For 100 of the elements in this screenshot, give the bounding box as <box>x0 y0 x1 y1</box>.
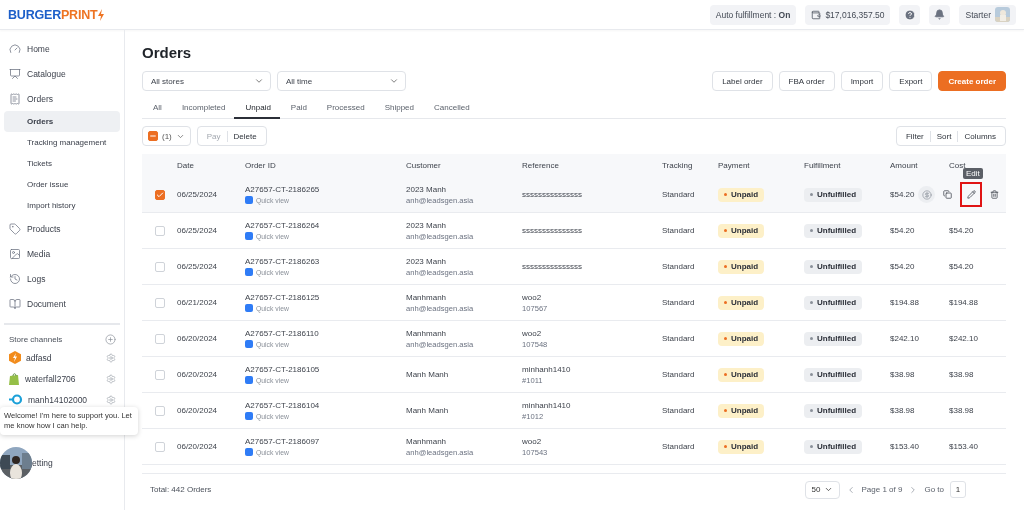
nav-item[interactable]: Document <box>4 291 120 316</box>
total-count: Total: 442 Orders <box>150 485 212 494</box>
filter-select[interactable]: All time <box>277 71 406 91</box>
payment-status: Unpaid <box>718 367 765 382</box>
bulk-select[interactable]: (1) <box>142 126 191 146</box>
nav-subitem[interactable]: Tracking management <box>4 132 120 153</box>
order-id[interactable]: A27657-CT-2186125 <box>245 293 320 302</box>
action-button[interactable]: Import <box>840 71 884 91</box>
row-checkbox[interactable] <box>154 405 165 416</box>
order-id[interactable]: A27657-CT-2186104 <box>245 401 320 410</box>
order-id[interactable]: A27657-CT-2186264 <box>245 221 320 230</box>
order-id[interactable]: A27657-CT-2186105 <box>245 365 320 374</box>
page-info: Page 1 of 9 <box>861 485 903 494</box>
settings-icon[interactable] <box>106 352 116 363</box>
order-id[interactable]: A27657-CT-2186263 <box>245 257 320 266</box>
goto-label: Go to <box>924 485 944 494</box>
view-button[interactable]: Columns <box>958 130 1002 142</box>
column-header[interactable]: Reference <box>522 161 662 170</box>
notification-button[interactable] <box>929 4 951 25</box>
column-header[interactable]: Fulfillment <box>804 161 890 170</box>
minus-icon <box>149 132 157 140</box>
row-checkbox[interactable] <box>154 441 165 452</box>
nav-item[interactable]: Home <box>4 36 120 61</box>
tab[interactable]: Shipped <box>373 98 423 119</box>
column-header[interactable]: Customer <box>406 161 522 170</box>
filter-select[interactable]: All stores <box>142 71 271 91</box>
column-header[interactable]: Tracking <box>662 161 718 170</box>
payment-status: Unpaid <box>718 259 765 274</box>
table-cell: Standard <box>662 190 695 199</box>
row-checkbox[interactable] <box>154 333 165 344</box>
store-name[interactable]: manh14102000 <box>28 394 101 405</box>
nav-item[interactable]: Catalogue <box>4 61 120 86</box>
order-id[interactable]: A27657-CT-2186110 <box>245 329 319 338</box>
tab[interactable]: Incompleted <box>170 98 235 119</box>
store-name[interactable]: adfasd <box>26 352 101 363</box>
settings-icon[interactable] <box>106 373 116 384</box>
nav-item[interactable]: etting <box>32 458 53 468</box>
view-button[interactable]: Sort <box>930 130 958 142</box>
reference: minhanh1410 <box>522 364 571 374</box>
order-id[interactable]: A27657-CT-2186097 <box>245 437 320 446</box>
view-button[interactable]: Filter <box>899 130 930 142</box>
tab[interactable]: Unpaid <box>234 98 280 119</box>
reference: woo2 <box>522 292 542 302</box>
nav-item[interactable]: Media <box>4 241 120 266</box>
fulfillment-status: Unfulfilled <box>804 295 863 310</box>
help-button[interactable] <box>899 4 921 25</box>
bulk-button[interactable]: Delete <box>227 130 263 142</box>
table-cell: $38.98 <box>949 406 974 415</box>
table-cell: $54.20 <box>949 262 974 271</box>
customer-name: 2023 Manh <box>406 220 447 230</box>
tag-icon <box>9 222 21 235</box>
row-checkbox[interactable] <box>154 261 165 272</box>
nav-item[interactable]: Orders <box>4 86 120 111</box>
table-cell: Standard <box>662 334 695 343</box>
add-icon[interactable] <box>105 333 116 345</box>
settings-icon[interactable] <box>106 394 116 405</box>
nav-subitem[interactable]: Order issue <box>4 174 120 195</box>
nav-item[interactable]: Logs <box>4 266 120 291</box>
action-button[interactable]: FBA order <box>778 71 835 91</box>
column-header[interactable]: Payment <box>718 161 804 170</box>
reference: sssssssssssssss <box>522 190 582 199</box>
row-checkbox[interactable] <box>154 225 165 236</box>
table-cell: 06/25/2024 <box>177 226 218 235</box>
swirl-icon <box>9 394 23 405</box>
order-id[interactable]: A27657-CT-2186265 <box>245 185 320 194</box>
action-button[interactable]: Export <box>889 71 933 91</box>
customer-name: Manh Manh <box>406 406 449 415</box>
table-cell: 06/20/2024 <box>177 370 218 379</box>
nav-item[interactable]: Products <box>4 216 120 241</box>
tab[interactable]: Processed <box>315 98 374 119</box>
store-name[interactable]: waterfall2706 <box>25 373 101 384</box>
tab[interactable]: All <box>142 98 171 119</box>
auto-fulfillment-status[interactable]: Auto fulfillment : On <box>709 4 797 25</box>
help-icon <box>904 8 916 21</box>
column-header[interactable]: Cost <box>949 161 1005 170</box>
goto-field[interactable]: 1 <box>950 481 966 498</box>
row-checkbox[interactable] <box>154 189 165 200</box>
account-menu[interactable]: Starter <box>959 4 1016 25</box>
tab[interactable]: Paid <box>279 98 316 119</box>
fulfillment-status: Unfulfilled <box>804 403 863 418</box>
tab[interactable]: Cancelled <box>423 98 479 119</box>
page-size-select[interactable]: 50 <box>804 480 840 499</box>
page-title: Orders <box>142 44 193 62</box>
edit-button[interactable] <box>960 182 982 207</box>
book-icon <box>9 297 21 310</box>
balance-chip[interactable]: $17,016,357.50 <box>805 4 891 25</box>
column-header[interactable]: Order ID <box>245 161 406 170</box>
table-cell: 06/25/2024 <box>177 190 218 199</box>
nav-subitem[interactable]: Tickets <box>4 153 120 174</box>
customer-name: Manh Manh <box>406 370 449 379</box>
logo[interactable]: BURGERPRINT <box>8 7 106 22</box>
column-header[interactable]: Amount <box>890 161 949 170</box>
row-checkbox[interactable] <box>154 369 165 380</box>
nav-subitem[interactable]: Orders <box>4 111 120 132</box>
nav-subitem[interactable]: Import history <box>4 195 120 216</box>
row-checkbox[interactable] <box>154 297 165 308</box>
pay-button[interactable] <box>918 186 935 203</box>
fulfillment-status: Unfulfilled <box>804 187 863 202</box>
column-header[interactable]: Date <box>177 161 245 170</box>
action-button[interactable]: Label order <box>712 71 773 91</box>
